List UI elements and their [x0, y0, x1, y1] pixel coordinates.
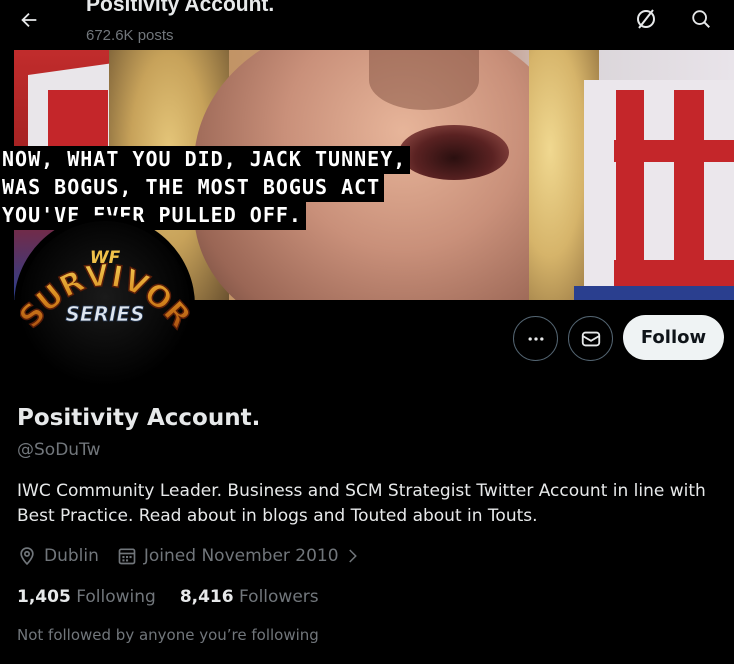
joined-text: Joined November 2010 [143, 546, 339, 566]
grok-button[interactable] [629, 2, 663, 36]
mail-icon [581, 331, 600, 346]
banner-quote-line: WAS BOGUS, THE MOST BOGUS ACT [0, 174, 385, 202]
search-button[interactable] [684, 2, 718, 36]
follow-stats: 1,405 Following 8,416 Followers [17, 587, 319, 607]
search-icon [692, 10, 710, 28]
profile-meta: Dublin Joined November 2010 [17, 544, 361, 568]
message-button[interactable] [568, 316, 613, 361]
back-arrow-icon [21, 12, 37, 28]
follow-button[interactable]: Follow [623, 315, 724, 360]
following-label: Following [76, 587, 156, 607]
joined-item[interactable]: Joined November 2010 [117, 546, 361, 566]
following-link[interactable]: 1,405 Following [17, 587, 156, 607]
profile-handle: @SoDuTw [17, 440, 101, 460]
followers-link[interactable]: 8,416 Followers [180, 587, 319, 607]
svg-text:SERIES: SERIES [65, 302, 144, 326]
survivor-series-logo: WF SURVIVOR SERIES [14, 220, 195, 391]
header-post-count: 672.6K posts [86, 27, 174, 44]
followers-label: Followers [239, 587, 319, 607]
location-pin-icon [20, 547, 34, 566]
calendar-icon [118, 548, 136, 565]
mutual-followers-note: Not followed by anyone you’re following [17, 626, 319, 644]
back-button[interactable] [12, 3, 46, 37]
chevron-right-icon [348, 549, 357, 563]
avatar[interactable]: WF SURVIVOR SERIES [14, 215, 195, 396]
more-icon [528, 336, 543, 341]
following-count: 1,405 [17, 587, 71, 607]
header-title: Positivity Account. [86, 0, 275, 16]
top-bar: Positivity Account. 672.6K posts [0, 0, 734, 50]
profile-page: Positivity Account. 672.6K posts NOW, WH… [0, 0, 734, 664]
banner-quote: NOW, WHAT YOU DID, JACK TUNNEY, WAS BOGU… [0, 146, 411, 230]
grok-icon [637, 9, 655, 29]
logo-graphic: WF SURVIVOR SERIES [14, 248, 195, 336]
location-text: Dublin [44, 546, 99, 566]
location-item: Dublin [17, 546, 99, 566]
profile-bio: IWC Community Leader. Business and SCM S… [17, 481, 706, 526]
banner-quote-line: NOW, WHAT YOU DID, JACK TUNNEY, [0, 146, 411, 174]
followers-count: 8,416 [179, 587, 234, 607]
profile-name: Positivity Account. [17, 405, 261, 431]
more-button[interactable] [513, 316, 558, 361]
